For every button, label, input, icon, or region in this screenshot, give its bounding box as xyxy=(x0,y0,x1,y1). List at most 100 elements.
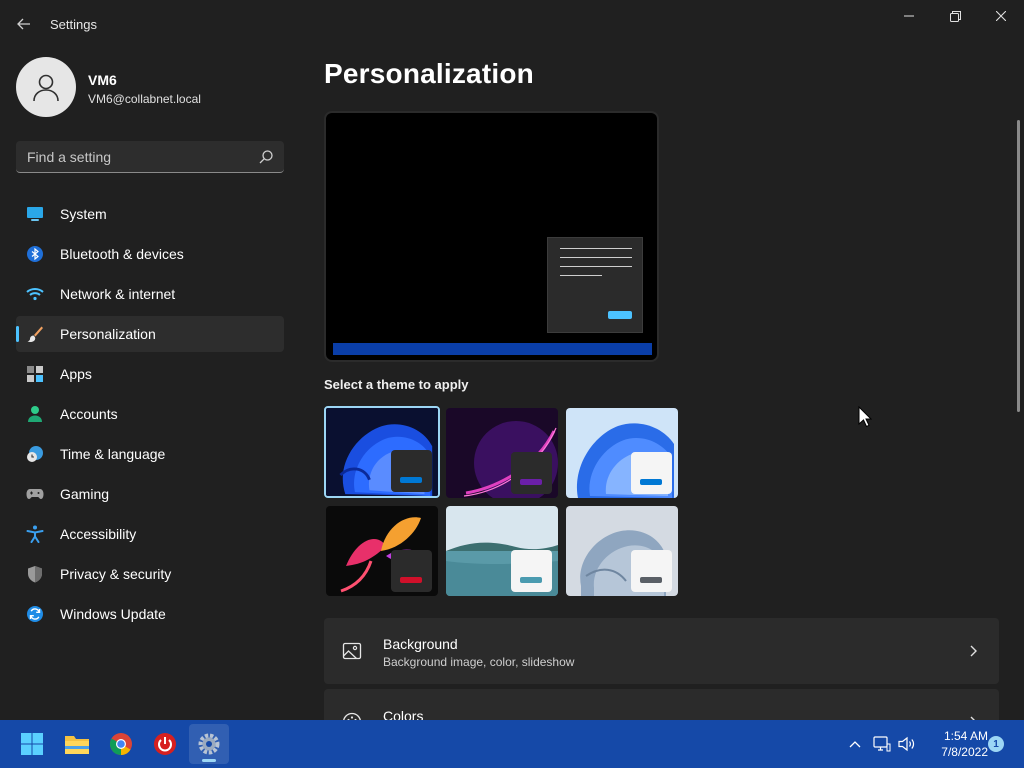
background-setting-card[interactable]: Background Background image, color, slid… xyxy=(324,618,999,684)
app-title: Settings xyxy=(50,17,97,32)
theme-windows-dark[interactable] xyxy=(324,406,440,498)
back-arrow-icon xyxy=(17,18,30,30)
search-input[interactable] xyxy=(16,141,256,172)
sidebar-item-accessibility[interactable]: Accessibility xyxy=(16,516,284,552)
notification-badge[interactable]: 1 xyxy=(988,736,1004,752)
theme-gallery xyxy=(324,406,684,596)
theme-section-label: Select a theme to apply xyxy=(324,377,469,392)
sidebar-item-label: Apps xyxy=(60,366,92,382)
chevron-up-icon xyxy=(849,741,861,748)
person-avatar-icon xyxy=(33,74,59,102)
close-icon xyxy=(996,11,1006,21)
sidebar-item-label: Personalization xyxy=(60,326,156,342)
sidebar-item-apps[interactable]: Apps xyxy=(16,356,284,392)
sidebar-item-bluetooth[interactable]: Bluetooth & devices xyxy=(16,236,284,272)
clock-date: 7/8/2022 xyxy=(941,745,988,759)
sidebar-item-label: Bluetooth & devices xyxy=(60,246,184,262)
minimize-icon xyxy=(904,15,914,17)
apps-icon xyxy=(27,366,43,382)
wifi-icon xyxy=(26,288,44,301)
tray-volume[interactable] xyxy=(896,732,918,756)
preview-text-line xyxy=(560,266,632,267)
system-icon xyxy=(27,207,43,221)
page-title: Personalization xyxy=(324,58,534,89)
preview-accent-button xyxy=(608,311,632,319)
sidebar-item-label: System xyxy=(60,206,107,222)
gamepad-icon xyxy=(26,489,44,499)
taskbar-power-app[interactable] xyxy=(145,724,185,764)
tray-network[interactable] xyxy=(871,732,893,756)
theme-window-swatch xyxy=(391,550,432,592)
maximize-icon xyxy=(949,10,961,22)
sidebar-item-label: Gaming xyxy=(60,486,110,502)
sidebar-item-label: Time & language xyxy=(60,446,166,462)
maximize-button[interactable] xyxy=(932,0,978,32)
taskbar-settings[interactable] xyxy=(189,724,229,764)
sidebar-item-label: Windows Update xyxy=(60,606,166,622)
theme-flow[interactable] xyxy=(566,506,678,596)
close-button[interactable] xyxy=(978,0,1024,32)
chevron-right-icon xyxy=(970,645,977,657)
preview-window xyxy=(547,237,643,333)
sidebar-item-network[interactable]: Network & internet xyxy=(16,276,284,312)
bluetooth-icon xyxy=(27,246,43,262)
theme-sunrise[interactable] xyxy=(446,506,558,596)
clock-time: 1:54 AM xyxy=(943,729,988,743)
sidebar-item-label: Privacy & security xyxy=(60,566,172,582)
theme-preview xyxy=(324,111,659,362)
avatar[interactable] xyxy=(16,57,76,117)
image-icon xyxy=(342,642,362,660)
power-app-icon xyxy=(154,733,176,755)
sidebar-item-time-language[interactable]: Time & language xyxy=(16,436,284,472)
volume-icon xyxy=(898,736,915,752)
search-icon[interactable] xyxy=(258,149,274,165)
theme-window-swatch xyxy=(511,452,552,494)
sidebar-item-windows-update[interactable]: Windows Update xyxy=(16,596,284,632)
settings-icon xyxy=(198,733,220,755)
mouse-cursor-icon xyxy=(858,406,872,428)
taskbar-file-explorer[interactable] xyxy=(57,724,97,764)
preview-taskbar xyxy=(333,343,652,355)
preview-text-line xyxy=(560,275,602,276)
taskbar-chrome[interactable] xyxy=(101,724,141,764)
search-box[interactable] xyxy=(16,141,284,173)
file-explorer-icon xyxy=(65,736,89,754)
theme-window-swatch xyxy=(511,550,552,592)
theme-captured-motion[interactable] xyxy=(326,506,438,596)
minimize-button[interactable] xyxy=(886,0,932,32)
start-button[interactable] xyxy=(12,724,52,764)
sidebar-item-system[interactable]: System xyxy=(16,196,284,232)
theme-window-swatch xyxy=(391,450,432,492)
sidebar-item-label: Accounts xyxy=(60,406,118,422)
scrollbar-thumb[interactable] xyxy=(1017,120,1020,412)
sidebar-item-label: Accessibility xyxy=(60,526,137,542)
profile-name: VM6 xyxy=(88,72,117,88)
clock-globe-icon xyxy=(27,446,43,462)
chrome-icon xyxy=(110,733,132,755)
sidebar-item-label: Network & internet xyxy=(60,286,176,302)
tray-overflow-button[interactable] xyxy=(844,732,866,756)
paintbrush-icon xyxy=(27,326,43,342)
accessibility-icon xyxy=(26,525,44,543)
sidebar-item-gaming[interactable]: Gaming xyxy=(16,476,284,512)
update-icon xyxy=(27,606,43,622)
card-subtitle: Background image, color, slideshow xyxy=(383,655,575,669)
theme-window-swatch xyxy=(631,550,672,592)
person-icon xyxy=(28,406,42,422)
profile-email: VM6@collabnet.local xyxy=(88,92,201,106)
title-bar: Settings xyxy=(0,0,1024,48)
taskbar-clock[interactable]: 1:54 AM 7/8/2022 xyxy=(924,728,988,760)
theme-glow[interactable] xyxy=(446,408,558,498)
theme-windows-light[interactable] xyxy=(566,408,678,498)
start-icon xyxy=(21,733,43,755)
sidebar-nav: System Bluetooth & devices Network & int… xyxy=(16,196,284,636)
taskbar: 1:54 AM 7/8/2022 xyxy=(0,720,1024,768)
theme-window-swatch xyxy=(631,452,672,494)
preview-text-line xyxy=(560,257,632,258)
sidebar-item-accounts[interactable]: Accounts xyxy=(16,396,284,432)
preview-text-line xyxy=(560,248,632,249)
back-button[interactable] xyxy=(12,12,36,36)
shield-icon xyxy=(28,566,42,583)
sidebar-item-personalization[interactable]: Personalization xyxy=(16,316,284,352)
sidebar-item-privacy-security[interactable]: Privacy & security xyxy=(16,556,284,592)
